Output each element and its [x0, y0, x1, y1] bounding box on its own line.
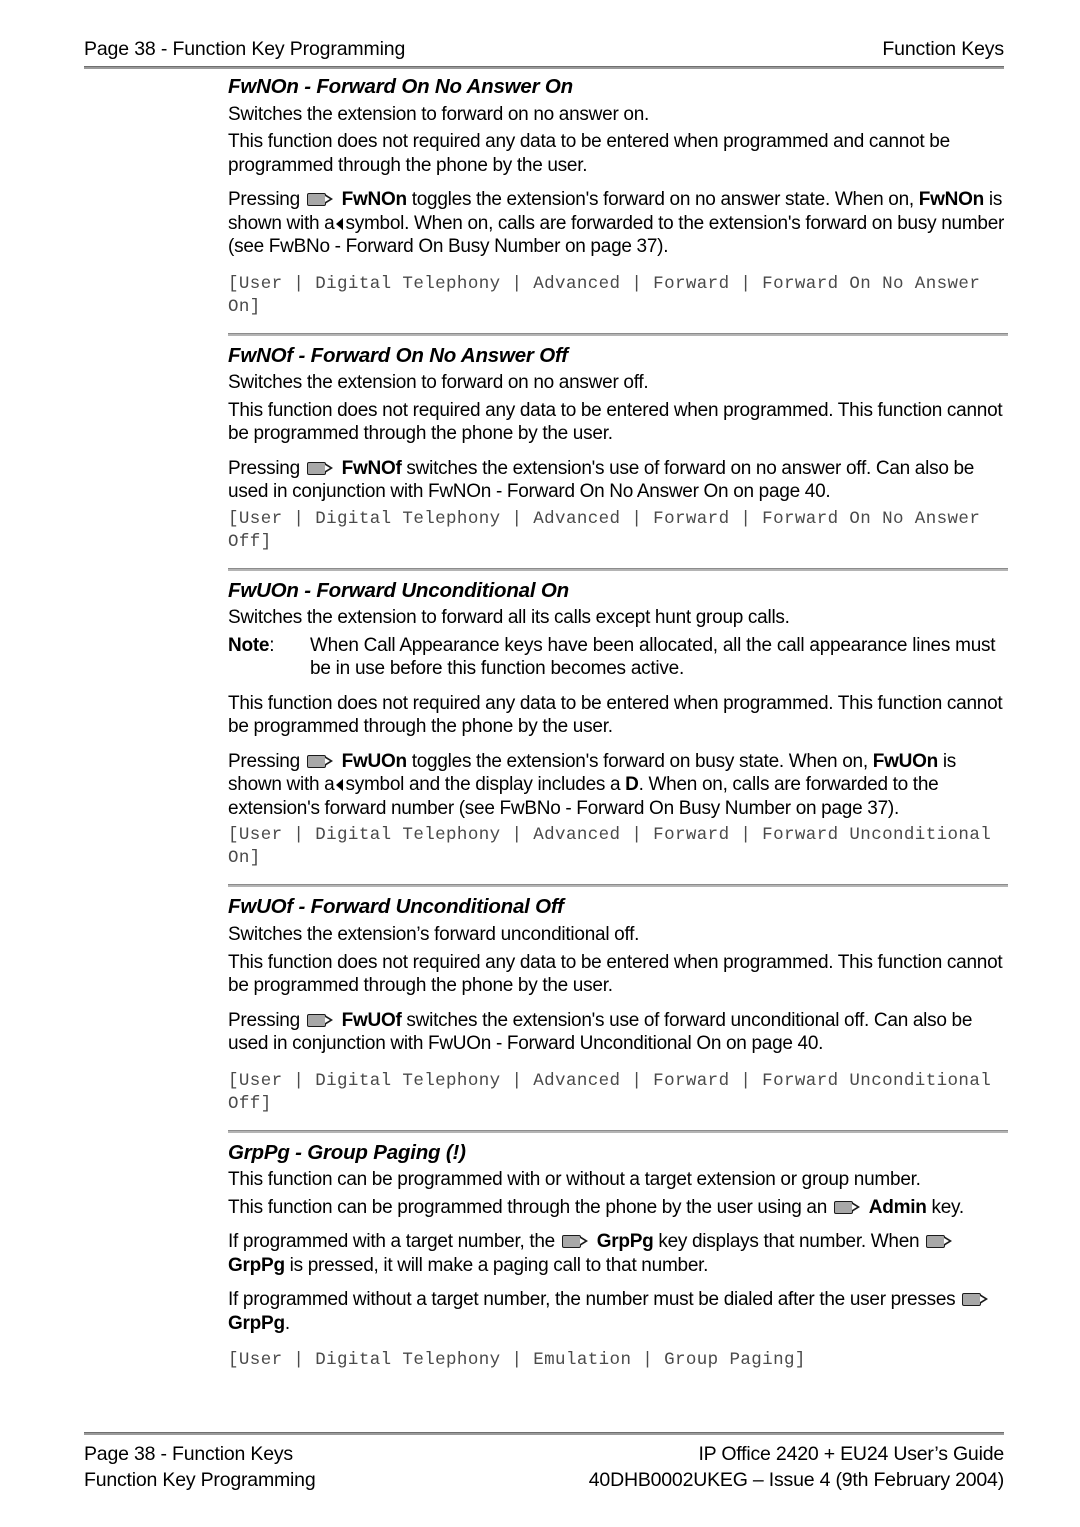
menu-path: [User | Digital Telephony | Advanced | F…: [228, 508, 992, 552]
section-paragraph: Switches the extension to forward on no …: [228, 103, 650, 125]
left-triangle-icon: [336, 217, 344, 230]
function-name: FwNOf: [341, 457, 402, 479]
note-colon: :: [269, 634, 275, 656]
section-divider: [228, 567, 1008, 571]
function-name: FwNOn: [341, 189, 408, 211]
section-paragraph: Pressing FwUOn toggles the extension's f…: [228, 750, 1008, 821]
left-triangle-icon: [336, 779, 344, 792]
paragraph-text: key.: [931, 1196, 964, 1218]
paragraph-text: symbol and the display includes a: [345, 774, 621, 796]
phone-key-icon: [306, 1013, 334, 1027]
section-fwuof: FwUOf - Forward Unconditional Off Switch…: [228, 884, 1008, 1115]
header-left-text: Page 38 - Function Key Programming: [84, 38, 406, 60]
document-page: Page 38 - Function Key Programming Funct…: [0, 0, 1080, 1527]
paragraph-text: .: [284, 1312, 290, 1334]
paragraph-text: Pressing: [228, 750, 300, 772]
function-name: GrpPg: [228, 1312, 285, 1334]
function-name: GrpPg: [596, 1231, 654, 1253]
paragraph-text: If programmed without a target number, t…: [228, 1289, 956, 1311]
section-divider: [228, 332, 1008, 336]
display-letter: D: [625, 774, 639, 796]
running-footer: Page 38 - Function Keys Function Key Pro…: [84, 1441, 1004, 1493]
footer-left-line1: Page 38 - Function Keys: [84, 1443, 293, 1465]
header-right-text: Function Keys: [882, 38, 1004, 60]
footer-left-line2: Function Key Programming: [84, 1469, 316, 1491]
header-divider: [84, 66, 1004, 69]
section-divider: [228, 1129, 1008, 1133]
phone-key-icon: [306, 461, 334, 475]
section-paragraph: This function does not required any data…: [228, 131, 950, 176]
section-title: FwNOn - Forward On No Answer On: [228, 75, 573, 98]
note-label-text: Note: [228, 634, 270, 656]
paragraph-text: Pressing: [228, 189, 300, 211]
function-name: FwUOn: [872, 750, 939, 772]
paragraph-text: key displays that number. When: [658, 1231, 920, 1253]
paragraph-text: symbol. When on, calls are forwarded to …: [228, 212, 1005, 258]
paragraph-text: toggles the extension's forward on no an…: [411, 189, 915, 211]
section-paragraph: This function can be programmed through …: [228, 1196, 1008, 1220]
phone-key-icon: [962, 1293, 989, 1307]
section-paragraph: This function does not required any data…: [228, 692, 1003, 738]
section-paragraph: Pressing FwNOf switches the extension's …: [228, 457, 1008, 504]
section-divider: [228, 884, 1008, 888]
section-paragraph: Switches the extension to forward on no …: [228, 372, 649, 394]
paragraph-text: Pressing: [228, 1009, 300, 1031]
menu-path: [User | Digital Telephony | Advanced | F…: [228, 825, 1003, 869]
section-paragraph: Switches the extension to forward all it…: [228, 607, 790, 629]
section-paragraph: This function does not required any data…: [228, 951, 1003, 997]
section-fwuon: FwUOn - Forward Unconditional On Switche…: [228, 567, 1008, 871]
section-paragraph: This function can be programmed with or …: [228, 1169, 921, 1191]
paragraph-text: This function can be programmed through …: [228, 1196, 828, 1218]
menu-path: [User | Digital Telephony | Advanced | F…: [228, 273, 992, 317]
phone-key-icon: [306, 754, 334, 768]
section-paragraph: Pressing FwUOf switches the extension's …: [228, 1009, 1008, 1056]
note-text: When Call Appearance keys have been allo…: [310, 634, 996, 680]
paragraph-text: toggles the extension's forward on busy …: [411, 750, 868, 772]
note-block: Note: When Call Appearance keys have bee…: [228, 634, 1008, 681]
menu-path: [User | Digital Telephony | Advanced | F…: [228, 1070, 1003, 1114]
paragraph-text: switches the extension's use of forward …: [228, 1009, 973, 1055]
section-title: FwNOf - Forward On No Answer Off: [228, 343, 568, 367]
function-name: GrpPg: [228, 1254, 285, 1276]
content-column: FwNOn - Forward On No Answer On Switches…: [228, 74, 1008, 1386]
section-paragraph: If programmed with a target number, the …: [228, 1230, 1008, 1277]
section-title: GrpPg - Group Paging (!): [228, 1140, 466, 1164]
phone-key-icon: [306, 193, 334, 207]
function-name: FwNOn: [918, 189, 985, 211]
paragraph-text: is pressed, it will make a paging call t…: [289, 1254, 709, 1276]
admin-key-label: Admin: [868, 1196, 927, 1218]
section-paragraph: Switches the extension’s forward uncondi…: [228, 924, 640, 945]
phone-key-icon: [833, 1200, 861, 1214]
section-paragraph: This function does not required any data…: [228, 399, 1003, 445]
section-fwnof: FwNOf - Forward On No Answer Off Switche…: [228, 332, 1008, 554]
phone-key-icon: [926, 1235, 953, 1249]
menu-path: [User | Digital Telephony | Emulation | …: [228, 1350, 806, 1371]
footer-right: IP Office 2420 + EU24 User’s Guide 40DHB…: [589, 1441, 1004, 1493]
section-grppg: GrpPg - Group Paging (!) This function c…: [228, 1129, 1008, 1373]
note-label: Note:: [228, 634, 310, 681]
paragraph-text: switches the extension's use of forward …: [228, 457, 975, 503]
section-title: FwUOf - Forward Unconditional Off: [228, 895, 564, 919]
running-header: Page 38 - Function Key Programming Funct…: [84, 38, 1004, 61]
section-fwnon: FwNOn - Forward On No Answer On Switches…: [228, 74, 1008, 319]
paragraph-text: If programmed with a target number, the: [228, 1231, 555, 1253]
footer-right-line2: 40DHB0002UKEG – Issue 4 (9th February 20…: [588, 1469, 1004, 1491]
function-name: FwUOn: [341, 750, 408, 772]
footer-divider: [84, 1432, 1004, 1435]
footer-right-line1: IP Office 2420 + EU24 User’s Guide: [698, 1443, 1004, 1465]
section-title: FwUOn - Forward Unconditional On: [228, 578, 569, 602]
section-paragraph: If programmed without a target number, t…: [228, 1288, 1008, 1335]
section-paragraph: Pressing FwNOn toggles the extension's f…: [228, 188, 1008, 259]
phone-key-icon: [561, 1235, 589, 1249]
footer-left: Page 38 - Function Keys Function Key Pro…: [84, 1441, 316, 1493]
function-name: FwUOf: [341, 1009, 402, 1031]
paragraph-text: Pressing: [228, 457, 300, 479]
